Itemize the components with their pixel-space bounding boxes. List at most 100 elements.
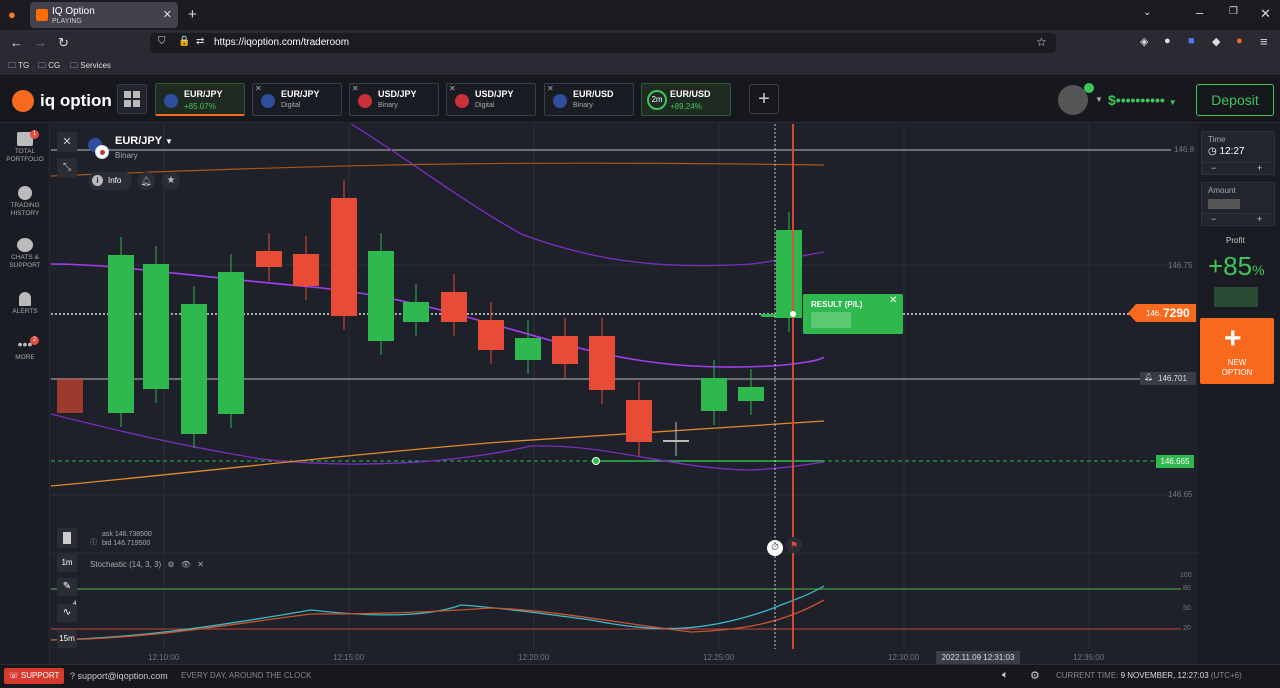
- plus-button[interactable]: +: [1257, 214, 1262, 224]
- minus-button[interactable]: −: [1211, 214, 1216, 224]
- notification-badge: 2: [30, 336, 39, 345]
- new-option-button[interactable]: + NEW OPTION: [1200, 318, 1274, 384]
- tracking-protection-icon[interactable]: ⛉: [158, 36, 166, 47]
- close-icon[interactable]: ✕: [197, 560, 204, 569]
- reload-icon[interactable]: ↻: [58, 35, 69, 51]
- minus-button[interactable]: −: [1211, 163, 1216, 173]
- browser-tab[interactable]: IQ Option PLAYING ✕: [30, 2, 178, 28]
- time-tick: 12:30:00: [888, 653, 920, 662]
- close-icon[interactable]: ✕: [449, 84, 456, 93]
- gear-icon[interactable]: ⚙: [1030, 669, 1040, 682]
- help-icon: ?: [70, 671, 76, 681]
- sidebar-item-trading-history[interactable]: TRADING HISTORY: [0, 186, 50, 218]
- list-tabs-icon[interactable]: ⌄: [1143, 7, 1151, 18]
- candle-body: [761, 314, 791, 317]
- back-icon[interactable]: ←: [10, 35, 23, 50]
- menu-icon[interactable]: ≡: [1260, 34, 1268, 49]
- collapse-icon[interactable]: ⤡: [57, 158, 77, 178]
- asset-tab-eurusd-binary[interactable]: ✕ EUR/USD Binary: [544, 83, 634, 116]
- info-label: Info: [108, 176, 122, 185]
- profit-label: Profit: [1226, 236, 1245, 245]
- timeframe-button[interactable]: 1m: [57, 554, 77, 572]
- time-tick: 12:25:00: [703, 653, 735, 662]
- info-button[interactable]: i Info: [88, 172, 132, 190]
- balance-display[interactable]: $•••••••••• ▼: [1108, 92, 1177, 108]
- result-title: RESULT (P/L): [811, 300, 863, 309]
- shield-icon[interactable]: ◆: [1212, 35, 1220, 48]
- extension-icon[interactable]: ●: [1164, 35, 1171, 47]
- bookmark-tg[interactable]: 🗀 TG: [8, 60, 29, 74]
- clock-icon: ◷: [1208, 146, 1217, 157]
- close-icon[interactable]: ✕: [255, 84, 262, 93]
- candles: [57, 180, 802, 456]
- close-chart-button[interactable]: ✕: [57, 132, 77, 152]
- maximize-icon[interactable]: ❐: [1229, 6, 1238, 17]
- plus-button[interactable]: +: [1257, 163, 1262, 173]
- asset-tab-eurjpy-digital[interactable]: ✕ EUR/JPY Digital: [252, 83, 342, 116]
- firefox-icon[interactable]: ●: [8, 7, 16, 22]
- permissions-icon[interactable]: ⇄: [196, 36, 204, 47]
- price-tick: 146.8: [1174, 145, 1195, 154]
- candle-body: [776, 230, 802, 318]
- asset-tab-eurusd-timer[interactable]: 2m EUR/USD +89.24%: [641, 83, 731, 116]
- url-text: https://iqoption.com/traderoom: [214, 37, 350, 48]
- deposit-button[interactable]: Deposit: [1196, 84, 1274, 116]
- bookmark-services[interactable]: 🗀 Services: [70, 60, 111, 74]
- stochastic-header: Stochastic (14, 3, 3) ⚙ 👁︎ ✕: [90, 560, 204, 569]
- info-icon: ⓘ: [90, 539, 97, 546]
- chart-asset-selector[interactable]: EUR/JPY ▼: [115, 135, 173, 147]
- chart-area[interactable]: [50, 123, 1198, 664]
- all-assets-grid-button[interactable]: [117, 84, 147, 114]
- support-email[interactable]: ? support@iqoption.com: [70, 671, 168, 681]
- price-chart[interactable]: [50, 123, 1198, 664]
- close-icon[interactable]: ✕: [889, 295, 897, 306]
- right-trade-panel: Time ◷ 12:27 − + Amount − + Profit +85%: [1198, 124, 1280, 664]
- support-button[interactable]: ☏ SUPPORT: [4, 668, 64, 684]
- extension-icon[interactable]: ■: [1188, 35, 1195, 47]
- sidebar-item-more[interactable]: ••• MORE 2: [0, 336, 50, 362]
- candle-body: [663, 440, 689, 442]
- add-asset-button[interactable]: +: [749, 84, 779, 114]
- candle-body: [57, 379, 83, 413]
- alert-bell-button[interactable]: 🔔︎: [137, 172, 155, 190]
- ask-value: ask 146.738500: [102, 531, 152, 538]
- alert-price-label[interactable]: 🔔︎ 146.701: [1140, 372, 1196, 385]
- sidebar-item-alerts[interactable]: ALERTS: [0, 292, 50, 316]
- tab-close-icon[interactable]: ✕: [163, 8, 172, 21]
- support-hours: EVERY DAY, AROUND THE CLOCK: [181, 671, 312, 680]
- result-value-redacted: [811, 312, 851, 328]
- extension-icon[interactable]: ●: [1236, 35, 1243, 47]
- asset-tab-usdjpy-digital[interactable]: ✕ USD/JPY Digital: [446, 83, 536, 116]
- draw-tool-button[interactable]: ✎: [57, 578, 77, 596]
- price-tick: 146.75: [1168, 261, 1193, 270]
- bookmark-star-icon[interactable]: ☆: [1036, 35, 1047, 49]
- current-time: CURRENT TIME: 9 NOVEMBER, 12:27:03 (UTC+…: [1056, 671, 1242, 680]
- sound-icon[interactable]: 🔈︎: [1002, 669, 1009, 682]
- chart-type-button[interactable]: [57, 528, 77, 548]
- lock-icon[interactable]: 🔒: [178, 36, 190, 47]
- url-bar[interactable]: ⛉ 🔒 ⇄ https://iqoption.com/traderoom ☆: [150, 33, 1056, 53]
- asset-tab-usdjpy-binary[interactable]: ✕ USD/JPY Binary: [349, 83, 439, 116]
- sidebar-item-chats-support[interactable]: CHATS & SUPPORT: [0, 238, 50, 270]
- stochastic-level: 20: [1183, 625, 1191, 632]
- bookmark-cg[interactable]: 🗀 CG: [38, 60, 60, 74]
- minimize-icon[interactable]: –: [1196, 5, 1203, 20]
- gear-icon[interactable]: ⚙: [167, 560, 174, 569]
- entry-point: [790, 311, 796, 317]
- pocket-icon[interactable]: ◈: [1140, 35, 1148, 48]
- timeframe2-button[interactable]: 15m: [57, 630, 77, 648]
- favorite-star-button[interactable]: ★: [162, 172, 180, 190]
- sidebar-label: PORTFOLIO: [6, 156, 44, 163]
- sidebar-item-total-portfolio[interactable]: TOTAL PORTFOLIO 1: [0, 130, 50, 164]
- time-selector[interactable]: Time ◷ 12:27 − +: [1201, 131, 1276, 175]
- new-tab-icon[interactable]: +: [188, 6, 197, 23]
- window-close-icon[interactable]: ✕: [1260, 6, 1271, 22]
- eye-icon[interactable]: 👁︎: [181, 560, 191, 569]
- amount-selector[interactable]: Amount − +: [1201, 182, 1276, 226]
- close-icon[interactable]: ✕: [547, 84, 554, 93]
- chevron-down-icon[interactable]: ▼: [1095, 95, 1103, 104]
- forward-icon[interactable]: →: [34, 35, 47, 50]
- profit-percent: +85%: [1208, 251, 1265, 282]
- asset-tab-eurjpy-binary[interactable]: EUR/JPY +85.07%: [155, 83, 245, 116]
- close-icon[interactable]: ✕: [352, 84, 359, 93]
